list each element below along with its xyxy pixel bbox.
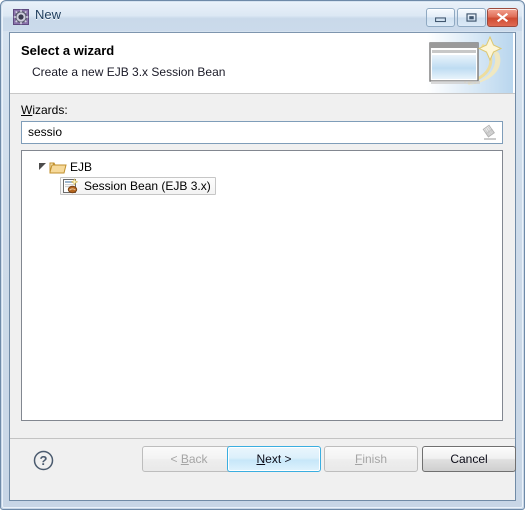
wizards-label-rest: izards: [32,103,68,117]
cancel-button[interactable]: Cancel [422,446,516,472]
tree-node-label: EJB [70,159,93,174]
wizards-label-mnemonic: W [21,103,33,117]
wizard-content: Wizards: sessio EJB Session Bean (EJB 3.… [10,94,515,438]
page-title: Select a wizard [21,43,115,58]
wizard-header: Select a wizard Create a new EJB 3.x Ses… [10,33,515,94]
svg-text:?: ? [40,453,48,468]
new-wizard-banner-icon [427,33,513,93]
page-description: Create a new EJB 3.x Session Bean [32,65,226,79]
search-input[interactable] [22,123,481,142]
tree-node-selected-highlight[interactable]: Session Bean (EJB 3.x) [60,176,216,195]
filter-field[interactable] [21,121,503,144]
triangle-expanded-icon[interactable] [36,157,49,176]
dialog-window: New Select a wizard Create a new EJB 3.x… [0,0,525,510]
tree-node-session-bean[interactable]: Session Bean (EJB 3.x) [22,176,502,195]
open-folder-icon [49,159,67,175]
wizard-tree[interactable]: EJB Session Bean (EJB 3.x) [21,150,503,421]
minimize-button[interactable] [426,8,455,27]
session-bean-icon [62,177,79,194]
wizard-dialog: Select a wizard Create a new EJB 3.x Ses… [9,32,516,501]
tree-node-label: Session Bean (EJB 3.x) [84,178,211,193]
back-button[interactable]: < Back [142,446,236,472]
close-button[interactable] [487,8,518,27]
eraser-clear-icon[interactable] [481,123,499,142]
maximize-button[interactable] [457,8,486,27]
tree-node-ejb[interactable]: EJB [22,157,502,176]
window-title: New [35,7,62,22]
eclipse-gear-icon [13,9,29,25]
wizards-label: Wizards: [21,103,68,117]
finish-button[interactable]: Finish [324,446,418,472]
title-bar[interactable]: New [3,3,522,31]
button-bar: ? < Back Next > Finish Cancel [10,439,516,500]
next-button[interactable]: Next > [227,446,321,472]
help-question-icon[interactable]: ? [33,450,54,471]
